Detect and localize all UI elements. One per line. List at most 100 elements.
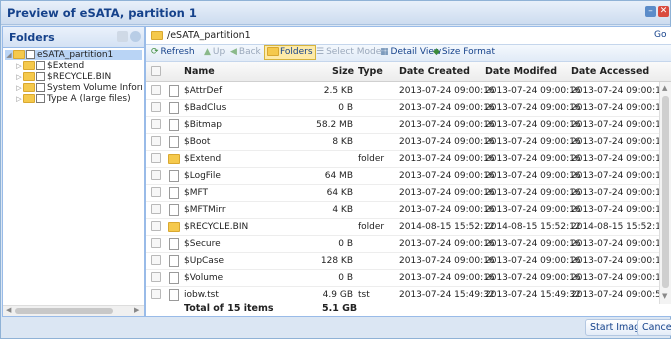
cell-size: 4.9 GB	[322, 290, 353, 300]
sort-icon[interactable]	[117, 31, 128, 42]
cancel-button[interactable]: Cancel	[637, 319, 671, 336]
cell-name: $MFT	[184, 188, 209, 198]
scroll-right-icon[interactable]: ▶	[134, 306, 139, 314]
toolbar: ⟳ Refresh ▲ Up ◀ Back Folders ☰ Select Mode …	[146, 45, 671, 62]
total-label: Total of 15 items	[184, 303, 274, 314]
scrollbar-thumb[interactable]	[15, 308, 113, 314]
table-row[interactable]: $Secure 0 B 2013-07-24 09:00:16 2013-07-24 …	[146, 235, 667, 253]
tree-node-checkbox[interactable]	[26, 50, 35, 59]
scroll-left-icon[interactable]: ◀	[6, 306, 11, 314]
col-date-created[interactable]: Date Created	[399, 66, 470, 77]
tree-node-checkbox[interactable]	[36, 72, 45, 81]
up-arrow-icon: ▲	[204, 47, 211, 57]
cell-modified: 2013-07-24 09:00:16	[485, 171, 581, 181]
expand-icon[interactable]: ▷	[15, 61, 23, 71]
size-format-button[interactable]: ◆ Size Format	[433, 46, 495, 59]
table-row[interactable]: $AttrDef 2.5 KB 2013-07-24 09:00:16 2013-07…	[146, 82, 667, 100]
row-checkbox[interactable]	[151, 221, 161, 231]
tree-node-label: Type A (large files)	[47, 94, 131, 104]
tree-horizontal-scrollbar[interactable]: ◀ ▶	[3, 305, 144, 316]
scroll-up-icon[interactable]: ▲	[662, 84, 667, 92]
cell-modified: 2013-07-24 09:00:16	[485, 205, 581, 215]
cell-modified: 2013-07-24 09:00:16	[485, 120, 581, 130]
cell-accessed: 2013-07-24 09:00:16	[571, 239, 667, 249]
expand-icon[interactable]: ▷	[15, 72, 23, 82]
refresh-button[interactable]: ⟳ Refresh	[151, 46, 195, 59]
cell-accessed: 2013-07-24 09:00:56	[571, 290, 667, 300]
row-checkbox[interactable]	[151, 238, 161, 248]
close-icon[interactable]: ✕	[658, 6, 669, 17]
back-button[interactable]: ◀ Back	[230, 46, 261, 59]
row-checkbox[interactable]	[151, 102, 161, 112]
minimize-icon[interactable]: –	[645, 6, 656, 17]
cell-modified: 2013-07-24 09:00:16	[485, 188, 581, 198]
col-date-modified[interactable]: Date Modifed	[485, 66, 557, 77]
collapse-icon[interactable]: ◢	[5, 50, 13, 60]
cell-accessed: 2014-08-15 15:52:12	[571, 222, 667, 232]
row-checkbox[interactable]	[151, 255, 161, 265]
folders-panel-header: Folders	[3, 27, 144, 48]
refresh-tree-icon[interactable]	[130, 31, 141, 42]
file-icon	[169, 238, 179, 250]
grid-icon: ▦	[380, 47, 389, 57]
row-checkbox[interactable]	[151, 289, 161, 299]
title-bar: Preview of eSATA, partition 1 – ✕	[1, 1, 670, 25]
tree-node[interactable]: ▷ System Volume Informa	[15, 83, 142, 93]
tree-node-checkbox[interactable]	[36, 83, 45, 92]
row-checkbox[interactable]	[151, 170, 161, 180]
cell-accessed: 2013-07-24 09:00:16	[571, 120, 667, 130]
row-checkbox[interactable]	[151, 153, 161, 163]
table-row[interactable]: $UpCase 128 KB 2013-07-24 09:00:16 2013-07-…	[146, 252, 667, 270]
cell-name: $BadClus	[184, 103, 227, 113]
expand-icon[interactable]: ▷	[15, 83, 23, 93]
tree-node-checkbox[interactable]	[36, 61, 45, 70]
expand-icon[interactable]: ▷	[15, 94, 23, 104]
table-row[interactable]: $MFTMirr 4 KB 2013-07-24 09:00:16 2013-07-2…	[146, 201, 667, 219]
table-row[interactable]: $LogFile 64 MB 2013-07-24 09:00:16 2013-07-…	[146, 167, 667, 185]
cell-modified: 2013-07-24 09:00:16	[485, 103, 581, 113]
table-row[interactable]: $RECYCLE.BIN folder 2014-08-15 15:52:12 201…	[146, 218, 667, 236]
grid-vertical-scrollbar[interactable]: ▲ ▼	[659, 82, 671, 304]
select-mode-button[interactable]: ☰ Select Mode	[316, 46, 381, 59]
col-name[interactable]: Name	[184, 66, 215, 77]
folders-label: Folders	[280, 47, 313, 57]
tree-node[interactable]: ▷ $Extend	[15, 61, 142, 71]
row-checkbox[interactable]	[151, 204, 161, 214]
go-button[interactable]: Go	[654, 30, 666, 40]
col-size[interactable]: Size	[332, 66, 354, 77]
tree-node[interactable]: ▷ $RECYCLE.BIN	[15, 72, 142, 82]
up-button[interactable]: ▲ Up	[204, 46, 225, 59]
select-all-checkbox[interactable]	[151, 66, 161, 76]
row-checkbox[interactable]	[151, 187, 161, 197]
folders-panel: Folders ◢ eSATA_partition1 ▷ $Extend ▷ $RECYC…	[2, 26, 145, 317]
table-row[interactable]: $BadClus 0 B 2013-07-24 09:00:16 2013-07-24…	[146, 99, 667, 117]
row-checkbox[interactable]	[151, 119, 161, 129]
folders-toggle-button[interactable]: Folders	[264, 45, 316, 60]
folder-icon	[151, 31, 163, 40]
cell-name: $Bitmap	[184, 120, 222, 130]
table-row[interactable]: $Extend folder 2013-07-24 09:00:16 2013-07-…	[146, 150, 667, 168]
tree-node[interactable]: ◢ eSATA_partition1	[5, 50, 142, 60]
tree-node-checkbox[interactable]	[36, 94, 45, 103]
row-checkbox[interactable]	[151, 85, 161, 95]
cell-created: 2013-07-24 09:00:16	[399, 273, 495, 283]
path-input[interactable]: /eSATA_partition1	[167, 30, 251, 41]
cell-size: 58.2 MB	[316, 120, 353, 130]
scrollbar-thumb[interactable]	[662, 96, 669, 288]
table-row[interactable]: $MFT 64 KB 2013-07-24 09:00:16 2013-07-24 0…	[146, 184, 667, 202]
window-title: Preview of eSATA, partition 1	[7, 6, 197, 20]
refresh-icon: ⟳	[151, 47, 159, 57]
row-checkbox[interactable]	[151, 136, 161, 146]
cell-size: 4 KB	[332, 205, 353, 215]
scroll-down-icon[interactable]: ▼	[662, 292, 667, 300]
table-row[interactable]: $Volume 0 B 2013-07-24 09:00:16 2013-07-24 …	[146, 269, 667, 287]
cell-accessed: 2013-07-24 09:00:16	[571, 171, 667, 181]
col-type[interactable]: Type	[358, 66, 383, 77]
table-row[interactable]: $Bitmap 58.2 MB 2013-07-24 09:00:16 2013-07…	[146, 116, 667, 134]
tree-node[interactable]: ▷ Type A (large files)	[15, 94, 142, 104]
col-date-accessed[interactable]: Date Accessed	[571, 66, 649, 77]
cell-created: 2013-07-24 09:00:16	[399, 256, 495, 266]
table-row[interactable]: $Boot 8 KB 2013-07-24 09:00:16 2013-07-24 0…	[146, 133, 667, 151]
row-checkbox[interactable]	[151, 272, 161, 282]
folders-panel-title: Folders	[9, 31, 55, 44]
